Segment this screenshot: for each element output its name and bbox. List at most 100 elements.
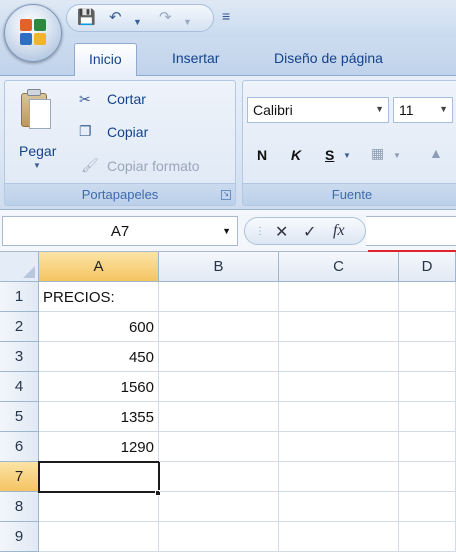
- row-header-6[interactable]: 6: [0, 432, 39, 462]
- cell-d7[interactable]: [399, 462, 456, 492]
- cell-b5[interactable]: [159, 402, 279, 432]
- row-header-1[interactable]: 1: [0, 282, 39, 312]
- cell-d1[interactable]: [399, 282, 456, 312]
- format-painter-icon[interactable]: 🖌: [81, 157, 99, 174]
- cut-button[interactable]: Cortar: [107, 91, 146, 107]
- cell-c4[interactable]: [279, 372, 399, 402]
- cell-a1[interactable]: PRECIOS:: [39, 282, 159, 312]
- cancel-icon[interactable]: ✕: [275, 222, 288, 242]
- font-name-value: Calibri: [253, 102, 293, 118]
- paste-dropdown-icon[interactable]: ▼: [33, 161, 41, 170]
- cell-c5[interactable]: [279, 402, 399, 432]
- redo-dropdown-icon[interactable]: ▼: [183, 14, 192, 30]
- cell-d2[interactable]: [399, 312, 456, 342]
- borders-icon[interactable]: ▦: [371, 145, 384, 162]
- title-bar: 💾 ↶ ▼ ↷ ▼ ≡: [0, 0, 456, 38]
- select-all-corner[interactable]: [0, 252, 39, 282]
- column-header-c[interactable]: C: [279, 252, 399, 282]
- fill-color-icon[interactable]: ▲: [429, 145, 443, 161]
- quick-access-toolbar: 💾 ↶ ▼ ↷ ▼: [66, 4, 214, 32]
- cell-b3[interactable]: [159, 342, 279, 372]
- font-group-label: Fuente: [243, 183, 456, 205]
- cell-a7-active[interactable]: [38, 461, 160, 493]
- cell-b6[interactable]: [159, 432, 279, 462]
- redo-icon[interactable]: ↷: [159, 10, 172, 26]
- cell-b8[interactable]: [159, 492, 279, 522]
- cell-a3[interactable]: 450: [39, 342, 159, 372]
- cell-a5[interactable]: 1355: [39, 402, 159, 432]
- column-header-b[interactable]: B: [159, 252, 279, 282]
- cell-d8[interactable]: [399, 492, 456, 522]
- cell-a4[interactable]: 1560: [39, 372, 159, 402]
- tab-insertar[interactable]: Insertar: [172, 50, 219, 66]
- office-logo-icon: [20, 19, 48, 47]
- cell-d6[interactable]: [399, 432, 456, 462]
- cell-b7[interactable]: [159, 462, 279, 492]
- clipboard-launcher-icon[interactable]: ↘: [221, 190, 231, 200]
- cell-b1[interactable]: [159, 282, 279, 312]
- ribbon-tab-strip: Inicio Insertar Diseño de página: [0, 38, 456, 77]
- row-header-4[interactable]: 4: [0, 372, 39, 402]
- row-header-9[interactable]: 9: [0, 522, 39, 552]
- font-name-dropdown-icon: ▼: [375, 104, 384, 114]
- font-name-select[interactable]: Calibri ▼: [247, 97, 389, 123]
- underline-dropdown-icon[interactable]: ▼: [343, 151, 351, 160]
- cell-d9[interactable]: [399, 522, 456, 552]
- scissors-icon[interactable]: ✂: [79, 91, 91, 108]
- name-box-dropdown-icon[interactable]: ▼: [222, 226, 231, 236]
- copy-icon[interactable]: ❐: [79, 123, 92, 140]
- cell-c2[interactable]: [279, 312, 399, 342]
- font-size-select[interactable]: 11 ▼: [393, 97, 453, 123]
- row-header-5[interactable]: 5: [0, 402, 39, 432]
- insert-function-icon[interactable]: fx: [333, 222, 345, 240]
- underline-button[interactable]: S: [325, 147, 334, 163]
- ribbon: Pegar ▼ ✂ Cortar ❐ Copiar 🖌 Copiar forma…: [0, 76, 456, 210]
- cell-b4[interactable]: [159, 372, 279, 402]
- formula-buttons: ⋮ ✕ ✓ fx: [244, 217, 366, 245]
- spreadsheet-grid: A B C D 1 2 3 4 5 6 7 8 9 PRECIOS: 600 4…: [0, 252, 456, 554]
- cell-c3[interactable]: [279, 342, 399, 372]
- formula-bar: A7 ▼ ⋮ ✕ ✓ fx: [0, 210, 456, 253]
- font-group: Calibri ▼ 11 ▼ N K S ▼ ▦ ▼ ▲ Fuente: [242, 80, 456, 206]
- column-header-a[interactable]: A: [39, 252, 159, 282]
- enter-check-icon[interactable]: ✓: [303, 222, 316, 242]
- clipboard-group: Pegar ▼ ✂ Cortar ❐ Copiar 🖌 Copiar forma…: [4, 80, 236, 206]
- borders-dropdown-icon[interactable]: ▼: [393, 151, 401, 160]
- row-header-3[interactable]: 3: [0, 342, 39, 372]
- copy-button[interactable]: Copiar: [107, 124, 148, 140]
- cell-a9[interactable]: [39, 522, 159, 552]
- cell-c9[interactable]: [279, 522, 399, 552]
- tab-inicio[interactable]: Inicio: [74, 43, 137, 77]
- undo-dropdown-icon[interactable]: ▼: [133, 14, 142, 30]
- cell-d3[interactable]: [399, 342, 456, 372]
- italic-button[interactable]: K: [291, 147, 301, 163]
- cell-c7[interactable]: [279, 462, 399, 492]
- office-button[interactable]: [4, 4, 62, 62]
- cell-c6[interactable]: [279, 432, 399, 462]
- formula-input[interactable]: [366, 216, 456, 246]
- row-header-8[interactable]: 8: [0, 492, 39, 522]
- cell-a2[interactable]: 600: [39, 312, 159, 342]
- customize-toolbar-icon[interactable]: ≡: [222, 8, 230, 24]
- cell-d4[interactable]: [399, 372, 456, 402]
- row-header-7[interactable]: 7: [0, 462, 39, 492]
- format-painter-button[interactable]: Copiar formato: [107, 158, 200, 174]
- font-size-dropdown-icon: ▼: [439, 104, 448, 114]
- cell-d5[interactable]: [399, 402, 456, 432]
- column-header-d[interactable]: D: [399, 252, 456, 282]
- bold-button[interactable]: N: [257, 147, 267, 163]
- font-size-value: 11: [399, 102, 414, 118]
- row-header-2[interactable]: 2: [0, 312, 39, 342]
- cell-b9[interactable]: [159, 522, 279, 552]
- cell-c8[interactable]: [279, 492, 399, 522]
- paste-button[interactable]: Pegar: [19, 143, 56, 159]
- name-box[interactable]: A7 ▼: [2, 216, 238, 246]
- paste-icon[interactable]: [17, 89, 53, 135]
- tab-diseno-de-pagina[interactable]: Diseño de página: [274, 50, 383, 66]
- cell-a8[interactable]: [39, 492, 159, 522]
- cell-a6[interactable]: 1290: [39, 432, 159, 462]
- cell-c1[interactable]: [279, 282, 399, 312]
- cell-b2[interactable]: [159, 312, 279, 342]
- save-icon[interactable]: 💾: [77, 10, 96, 26]
- undo-icon[interactable]: ↶: [109, 10, 122, 26]
